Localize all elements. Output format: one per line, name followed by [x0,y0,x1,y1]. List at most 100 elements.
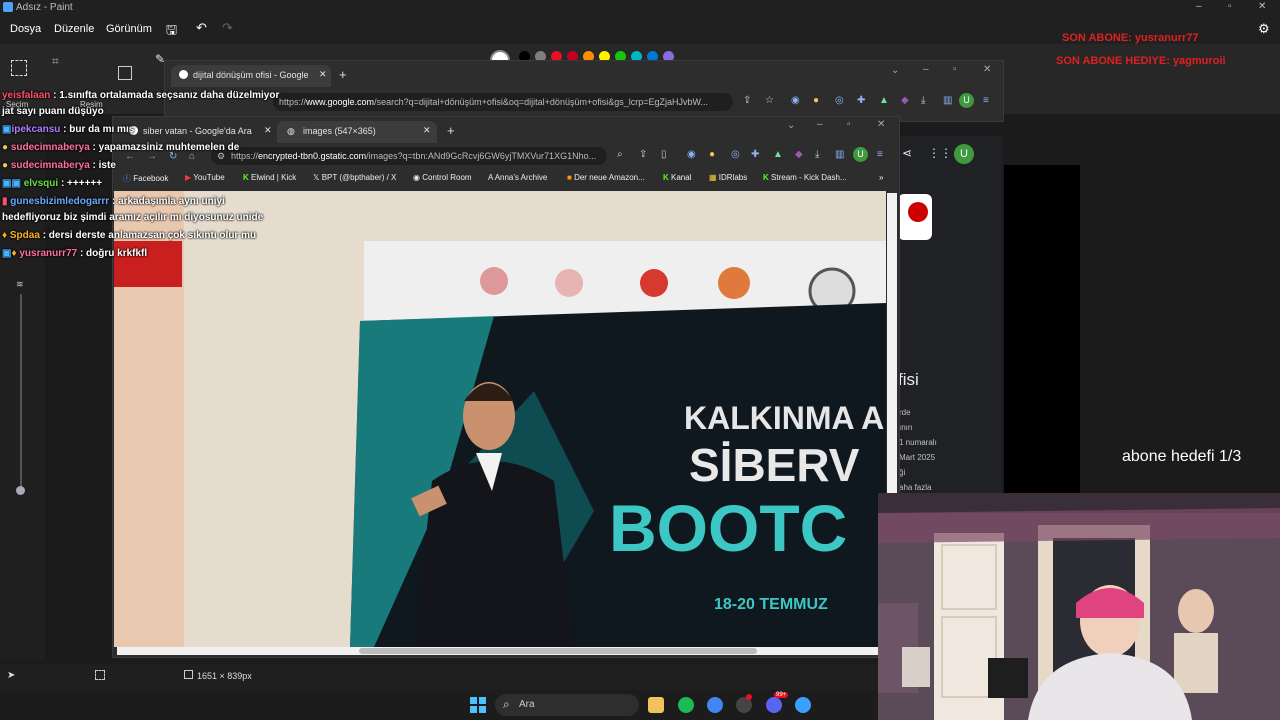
maximize-icon[interactable]: ▫ [953,64,957,75]
bookmark-star-icon[interactable]: ☆ [765,95,774,106]
subscriber-goal: abone hedefi 1/3 [1122,448,1242,465]
more-bookmarks-icon[interactable]: » [879,173,883,182]
horizontal-scrollbar[interactable] [117,647,887,655]
share-icon[interactable]: ⇪ [639,149,647,160]
chat-message: ● sudecimnaberya : iste [2,160,116,171]
crop-icon[interactable]: ⌗ [52,54,59,69]
bookmark-elwind-kick[interactable]: K Elwind | Kick [243,173,296,182]
globe-app-icon[interactable] [795,697,811,713]
minimize-icon[interactable]: – [817,119,823,130]
extension-icon[interactable]: ● [709,149,715,160]
extension-icon[interactable]: ◎ [731,149,740,160]
tab-close-icon[interactable]: ✕ [423,125,431,136]
extension-icon[interactable]: ◆ [795,149,803,160]
address-bar[interactable]: ⚙ https://encrypted-tbn0.gstatic.com/ima… [211,147,607,165]
tab-google-search[interactable]: dijital dönüşüm ofisi - Google'da ✕ [171,65,331,87]
webcam-scene [878,493,1280,720]
spotify-icon[interactable] [678,697,694,713]
bookmark-stream-kick[interactable]: K Stream - Kick Dash... [763,173,847,182]
minimize-icon[interactable]: – [923,64,929,75]
maximize-icon[interactable]: ▫ [1228,1,1232,12]
close-icon[interactable]: ✕ [1258,1,1266,12]
extension-icon[interactable]: ◉ [687,149,696,160]
notification-dot [746,694,752,700]
extension-icon[interactable]: ▲ [773,149,783,160]
apps-grid-icon[interactable]: ⋮⋮ [928,146,952,160]
zoom-icon[interactable]: ⌕ [617,149,623,160]
google-favicon-icon [179,70,188,79]
sidepanel-icon[interactable]: ▥ [835,149,844,160]
banner-line-2: SİBERV [689,439,860,491]
menu-view[interactable]: Görünüm [106,23,152,35]
bookmark-amazon[interactable]: ■ Der neue Amazon... [567,173,645,182]
share-icon[interactable]: ⋖ [902,146,912,160]
bookmark-control-room[interactable]: ◉ Control Room [413,173,472,182]
image-viewer: KALKINMA A SİBERV BOOTC 18-20 TEMMUZ [114,191,886,647]
taskbar-search[interactable]: ⌕ Ara [495,694,639,716]
search-placeholder: Ara [519,699,535,710]
show-more-link[interactable]: aha fazla [899,483,931,492]
profile-avatar[interactable]: U [954,144,974,164]
zoom-slider[interactable] [20,294,22,494]
extension-icon[interactable]: ◎ [835,95,844,106]
chrome-icon[interactable] [707,697,723,713]
resize-icon[interactable] [118,66,132,80]
extension-icon[interactable]: ▲ [879,95,889,106]
save-icon[interactable]: 🖫 [166,21,177,43]
menu-icon[interactable]: ≡ [983,95,989,106]
bookmark-label: Elwind | Kick [251,173,297,182]
tab-title: dijital dönüşüm ofisi - Google'da [193,70,308,80]
chat-message: yeisfalaan : 1.sınıfta ortalamada seçsan… [2,90,280,101]
selection-tool-icon[interactable] [11,60,27,76]
radiator [902,647,930,687]
bookmark-facebook[interactable]: ⓕ Facebook [123,173,168,184]
bookmark-annas-archive[interactable]: A Anna's Archive [488,173,547,182]
undo-icon[interactable]: ↶ [196,20,207,36]
new-tab-button[interactable]: + [339,67,347,82]
profile-avatar[interactable]: U [853,147,868,162]
maximize-icon[interactable]: ▫ [847,119,851,130]
extension-icon[interactable]: ◉ [791,95,800,106]
bookmark-icon[interactable]: ▯ [661,149,667,160]
chat-message: ● sudecimnaberya : yapamazsiniz muhtemel… [2,142,240,153]
settings-gear-icon[interactable]: ⚙ [1258,21,1270,37]
close-icon[interactable]: ✕ [877,119,885,130]
tab-images[interactable]: ◍ images (547×365) ✕ [277,121,437,143]
redo-icon[interactable]: ↷ [222,20,233,36]
menu-edit[interactable]: Düzenle [54,23,94,35]
sidepanel-icon[interactable]: ▥ [943,95,952,106]
scrollbar-thumb[interactable] [359,648,757,654]
start-button[interactable] [470,697,486,713]
paint-app-icon [3,2,13,12]
zoom-slider-thumb[interactable] [16,486,25,495]
paint-titlebar: Adsız - Paint – ▫ ✕ [0,0,1280,16]
bookmark-label: Facebook [133,174,169,183]
minimize-icon[interactable]: – [1196,1,1202,12]
discord-icon[interactable] [766,697,782,713]
extension-icon[interactable]: ◆ [901,95,909,106]
menu-icon[interactable]: ≡ [877,149,883,160]
file-explorer-icon[interactable] [648,697,664,713]
new-tab-button[interactable]: + [447,123,455,138]
menu-file[interactable]: Dosya [10,23,41,35]
download-icon[interactable]: ⤓ [815,149,819,160]
tab-close-icon[interactable]: ✕ [319,69,327,80]
bookmark-idrlabs[interactable]: ▦ IDRlabs [709,173,747,182]
bookmark-bpt[interactable]: 𝕏 BPT (@bpthaber) / X [313,173,396,182]
extensions-puzzle-icon[interactable]: ✚ [751,149,759,160]
bookmark-kanal[interactable]: K Kanal [663,173,691,182]
tab-close-icon[interactable]: ✕ [264,125,272,136]
address-bar[interactable]: https://www.google.com/search?q=dijital+… [273,93,733,111]
profile-avatar[interactable]: U [959,93,974,108]
tab-search-icon[interactable]: ⌄ [787,120,795,131]
tab-siber-vatan[interactable]: siber vatan - Google'da Ara ✕ [121,121,275,143]
bookmark-youtube[interactable]: ▶ YouTube [185,173,225,182]
kick-icon: K [763,173,769,182]
close-icon[interactable]: ✕ [983,64,991,75]
extension-icon[interactable]: ● [813,95,819,106]
snippet-line: 1 numaralı [899,438,937,447]
download-icon[interactable]: ⤓ [921,95,925,106]
tab-search-icon[interactable]: ⌄ [891,65,899,76]
extensions-puzzle-icon[interactable]: ✚ [857,95,865,106]
share-icon[interactable]: ⇪ [743,95,751,106]
